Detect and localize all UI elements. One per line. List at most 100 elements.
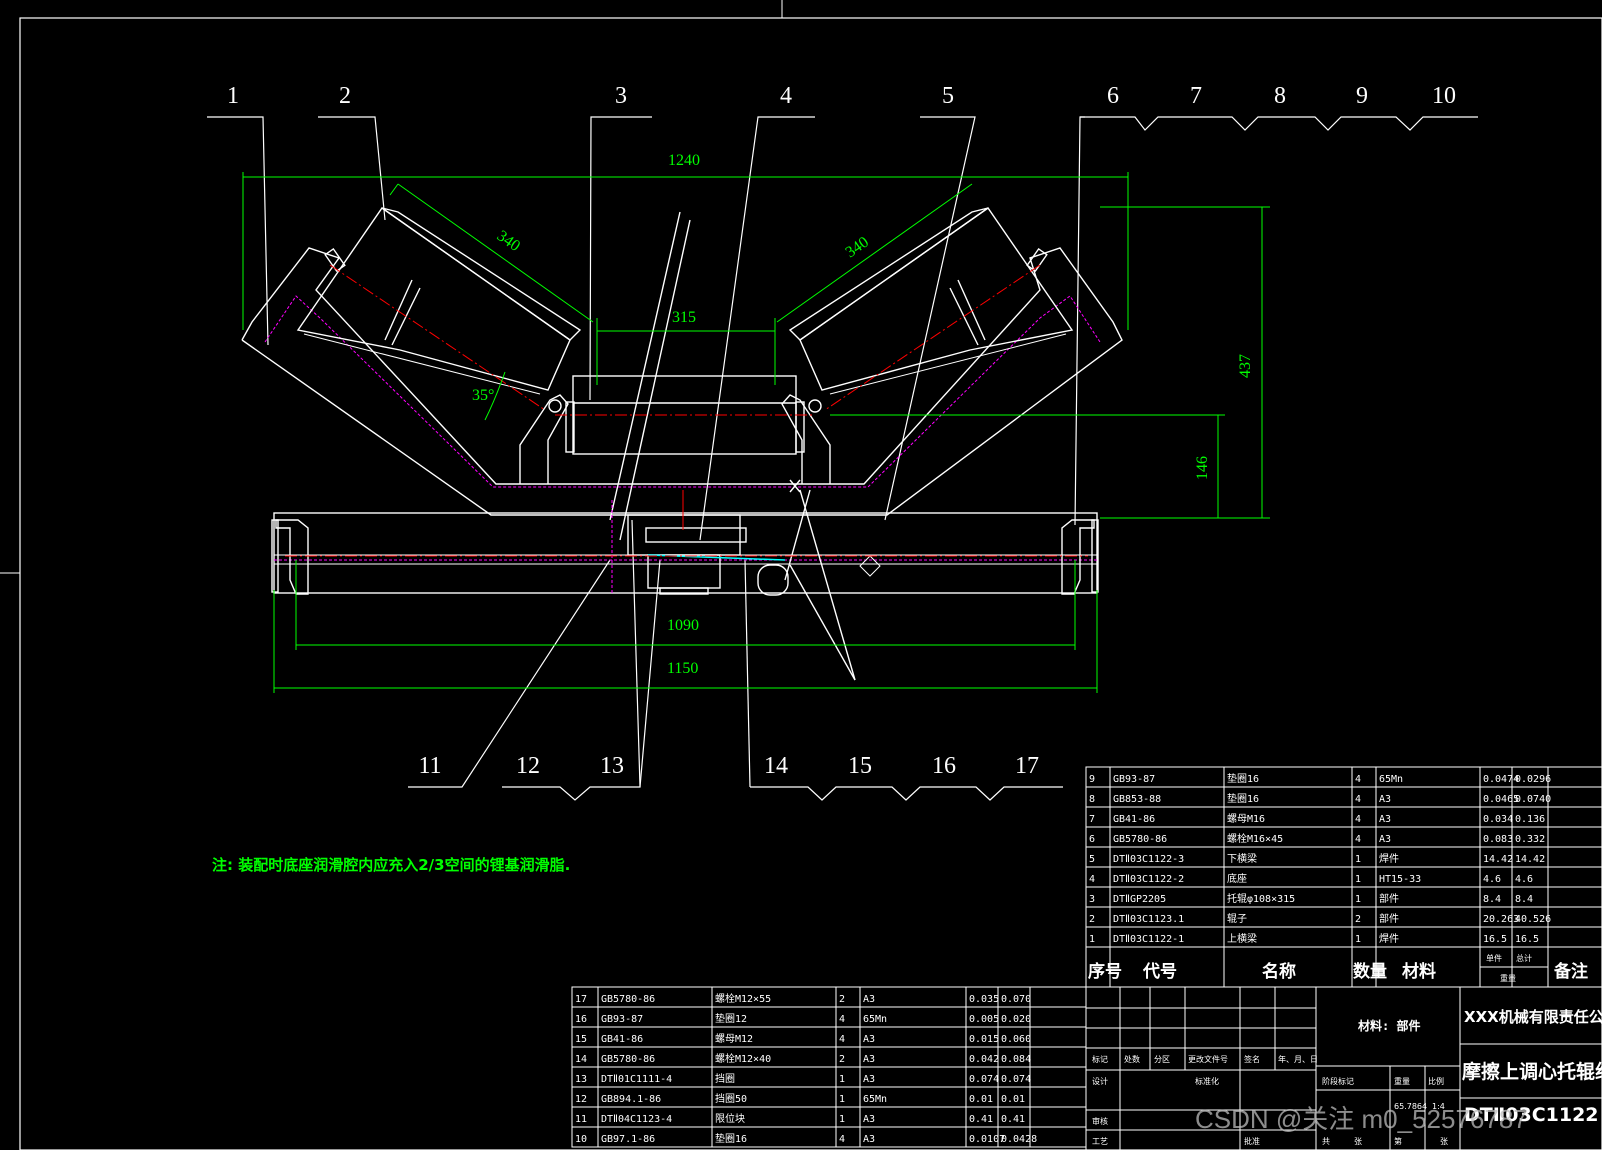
bom-left-cell: 1 (839, 1074, 845, 1085)
bom-right-cell: 上横梁 (1227, 932, 1257, 945)
bom-left-cell: GB41-86 (601, 1034, 643, 1045)
bom-right-cell: GB5780-86 (1113, 834, 1167, 845)
bom-left-cell: 0.0428 (1001, 1134, 1037, 1145)
bom-left-cell: 4 (839, 1014, 845, 1025)
bom-left-cell: GB5780-86 (601, 994, 655, 1005)
tb-label: 第 (1394, 1136, 1402, 1146)
bom-right-cell: 0.332 (1515, 834, 1545, 845)
tb-label: 设计 (1092, 1076, 1108, 1086)
bom-left-cell: 挡圈50 (715, 1092, 747, 1105)
bom-left-cell: 1 (839, 1094, 845, 1105)
tb-label: 签名 (1244, 1054, 1260, 1064)
bom-right-cell: 部件 (1379, 892, 1399, 905)
tb-label: 标准化 (1195, 1076, 1219, 1086)
bom-right-cell: 底座 (1227, 872, 1247, 885)
bom-left-cell: 0.015 (969, 1034, 999, 1045)
bom-right-cell: 8 (1089, 794, 1095, 805)
dim-340-right: 340 (843, 234, 872, 262)
bom-right-cell: 0.083 (1483, 834, 1513, 845)
bom-left-cell: 螺栓M12×55 (715, 992, 771, 1005)
bom-left-cell: 0.005 (969, 1014, 999, 1025)
bom-left-cell: 螺栓M12×40 (715, 1052, 771, 1065)
tb-label: 处数 (1124, 1054, 1140, 1064)
bom-left-cell: 0.084 (1001, 1054, 1031, 1065)
bom-left-cell: 0.0107 (969, 1134, 1005, 1145)
cad-drawing: 1 2 3 4 5 6 7 8 9 10 11 12 13 14 15 16 17 (0, 0, 1602, 1150)
bom-right-cell: 6 (1089, 834, 1095, 845)
bom-left-cell: 0.01 (969, 1094, 993, 1105)
bom-left-cell: 65Mn (863, 1094, 887, 1105)
tb-label: 审核 (1092, 1116, 1108, 1126)
dim-1090: 1090 (667, 617, 699, 634)
bom-left-cell: 4 (839, 1034, 845, 1045)
bom-right-header: 代号 (1142, 961, 1177, 982)
dim-1150: 1150 (667, 660, 698, 677)
bom-right-cell: DTⅡ03C1122-3 (1113, 854, 1184, 865)
bom-left-cell: 2 (839, 994, 845, 1005)
callout-15: 15 (848, 753, 872, 779)
idler-assembly (241, 207, 1123, 681)
bom-right-cell: 2 (1355, 914, 1361, 925)
bom-left-cell: 0.074 (1001, 1074, 1031, 1085)
tb-label: 张 (1440, 1137, 1448, 1146)
bom-left-cell: 限位块 (715, 1112, 745, 1125)
bom-left-cell: 0.074 (969, 1074, 999, 1085)
bom-left-cell: 11 (575, 1114, 587, 1125)
bom-right-cell: 65Mn (1379, 774, 1403, 785)
tb-label: 工艺 (1092, 1137, 1108, 1146)
tb-label: 共 (1322, 1137, 1330, 1146)
bom-left-cell: 65Mn (863, 1014, 887, 1025)
tb-label: 分区 (1154, 1055, 1170, 1064)
bom-right-cell: 5 (1089, 854, 1095, 865)
bom-left-cell: A3 (863, 1074, 875, 1085)
bom-left-cell: GB93-87 (601, 1014, 643, 1025)
bom-right-cell: 0.0474 (1483, 774, 1519, 785)
bom-right-cell: 4 (1355, 794, 1361, 805)
bom-right-cell: 下横梁 (1227, 852, 1257, 865)
bom-left-cell: 0.060 (1001, 1034, 1031, 1045)
bom-left-cell: A3 (863, 1114, 875, 1125)
bom-right-cell: 0.136 (1515, 814, 1545, 825)
bom-right-cell: 2 (1089, 914, 1095, 925)
bom-right-header: 单件 (1486, 953, 1502, 963)
bom-right-cell: 1 (1355, 894, 1361, 905)
bom-right-cell: 辊子 (1227, 912, 1247, 925)
callout-4: 4 (780, 83, 792, 109)
callout-1: 1 (227, 83, 239, 109)
callout-5: 5 (942, 83, 954, 109)
bom-right-cell: 焊件 (1379, 933, 1399, 945)
bom-left-cell: 17 (575, 994, 587, 1005)
tb-label: 更改文件号 (1188, 1054, 1228, 1064)
bom-left-cell: 10 (575, 1134, 587, 1145)
callout-7: 7 (1190, 83, 1202, 109)
bom-right-header: 名称 (1262, 961, 1296, 982)
callout-6: 6 (1107, 83, 1119, 109)
bom-left-cell: 0.035 (969, 994, 999, 1005)
tb-label: 阶段标记 (1322, 1076, 1354, 1086)
callouts-bottom: 11 12 13 14 15 16 17 (418, 753, 1039, 779)
bom-left-cell: 挡圈 (715, 1072, 735, 1085)
bom-right-cell: HT15-33 (1379, 874, 1421, 885)
bom-right-cell: 部件 (1379, 912, 1399, 925)
bom-left-cell: 螺母M12 (715, 1033, 753, 1045)
bom-right-cell: 4 (1089, 874, 1095, 885)
callout-13: 13 (600, 753, 624, 779)
tb-material: 材料: 部件 (1357, 1018, 1420, 1033)
callout-11: 11 (418, 753, 441, 779)
tb-label: 批准 (1244, 1136, 1260, 1146)
bom-right-cell: DTⅡ03C1122-1 (1113, 934, 1184, 945)
tb-label: 标记 (1092, 1054, 1108, 1064)
bom-right-cell: A3 (1379, 814, 1391, 825)
bom-left-cell: A3 (863, 1134, 875, 1145)
bom-left-cell: 0.020 (1001, 1014, 1031, 1025)
bom-left-cell: 2 (839, 1054, 845, 1065)
bom-right-cell: 焊件 (1379, 853, 1399, 865)
dim-35deg: 35° (472, 387, 494, 404)
bom-right-cell: 托辊φ108×315 (1227, 892, 1295, 905)
bom-left-cell: A3 (863, 1054, 875, 1065)
bom-right-cell: GB853-88 (1113, 794, 1161, 805)
dim-340-left: 340 (494, 227, 523, 255)
bom-left-cell: 14 (575, 1054, 587, 1065)
bom-right-cell: 0.034 (1483, 814, 1513, 825)
bom-right-cell: 16.5 (1483, 934, 1507, 945)
